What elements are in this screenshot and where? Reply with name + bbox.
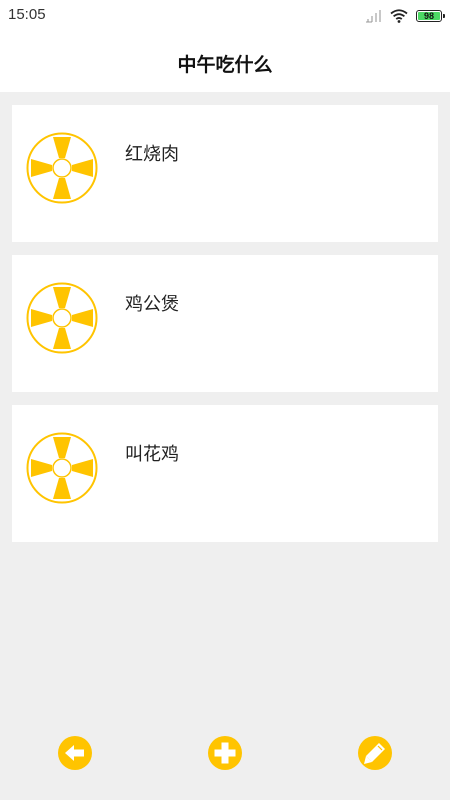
- bottom-toolbar: [0, 735, 450, 777]
- edit-button[interactable]: [357, 735, 393, 771]
- status-time: 15:05: [8, 6, 46, 23]
- menu-list: 红烧肉 鸡公煲 叫花鸡: [12, 105, 438, 555]
- list-item-label: 叫花鸡: [125, 444, 179, 465]
- title-bar: 中午吃什么: [0, 32, 450, 92]
- pencil-icon: [358, 736, 392, 770]
- list-item[interactable]: 叫花鸡: [12, 405, 438, 542]
- arrow-left-icon: [58, 736, 92, 770]
- add-button[interactable]: [207, 735, 243, 771]
- status-bar: 15:05 98: [0, 0, 450, 32]
- plus-icon: [208, 736, 242, 770]
- battery-level: 98: [423, 10, 434, 21]
- back-button[interactable]: [57, 735, 93, 771]
- list-item-label: 红烧肉: [125, 144, 179, 165]
- wheel-icon: [26, 132, 98, 204]
- wheel-icon: [26, 282, 98, 354]
- status-icons: 98: [366, 6, 445, 26]
- page-title: 中午吃什么: [177, 54, 273, 76]
- list-item[interactable]: 鸡公煲: [12, 255, 438, 392]
- list-item[interactable]: 红烧肉: [12, 105, 438, 242]
- battery-icon: 98: [416, 10, 445, 22]
- list-item-label: 鸡公煲: [125, 294, 179, 315]
- wifi-icon: [390, 9, 408, 23]
- wheel-icon: [26, 432, 98, 504]
- signal-icon: [366, 10, 381, 23]
